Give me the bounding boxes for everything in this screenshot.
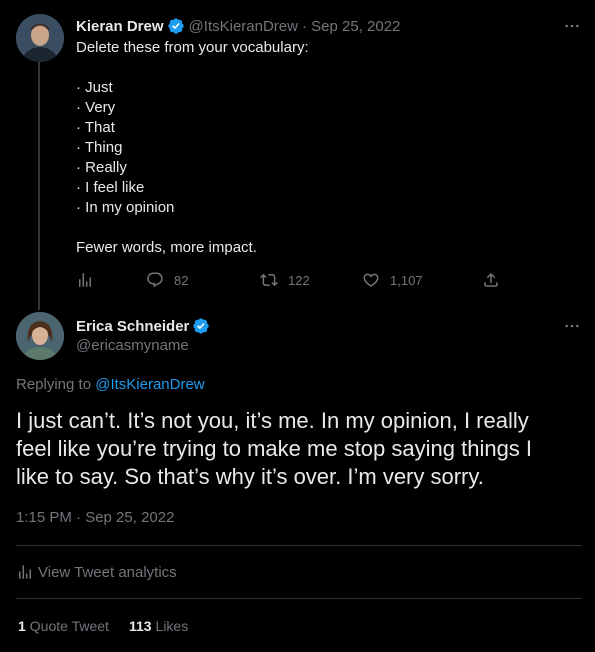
original-tweet-text: Delete these from your vocabulary: · Jus…: [76, 38, 556, 258]
tweet-text-line: feel like you’re trying to make me stop …: [16, 436, 533, 461]
quote-tweet-count[interactable]: 1: [18, 618, 26, 634]
view-analytics-link[interactable]: View Tweet analytics: [16, 562, 177, 582]
tweet-text-line: Delete these from your vocabulary:: [76, 39, 309, 56]
tweet-text-line: · Thing: [76, 139, 123, 156]
tweet-actions-bar: 82 122 1,107: [76, 270, 516, 290]
replying-to-prefix: Replying to: [16, 376, 92, 393]
author-handle[interactable]: @ericasmyname: [76, 337, 189, 354]
tweet-text-line: · I feel like: [76, 179, 145, 196]
divider: [16, 598, 582, 599]
more-icon: [565, 24, 579, 28]
verified-icon: [192, 317, 210, 335]
tweet-text-line: [76, 58, 556, 78]
engagement-stats: 1 Quote Tweet 113 Likes: [18, 616, 208, 636]
author-handle[interactable]: @ItsKieranDrew: [189, 18, 298, 35]
analytics-icon: [19, 565, 31, 579]
tweet-text-line: like to say. So that’s why it’s over. I’…: [16, 464, 484, 489]
verified-icon: [167, 17, 185, 35]
like-icon: [363, 273, 379, 287]
like-count: 1,107: [390, 272, 423, 288]
reply-icon: [147, 272, 163, 288]
tweet-text-line: Fewer words, more impact.: [76, 239, 257, 256]
reply-tweet-text: I just can’t. It’s not you, it’s me. In …: [16, 407, 576, 491]
share-icon: [484, 272, 498, 287]
original-tweet-header: Kieran Drew @ItsKieranDrew · Sep 25, 202…: [76, 16, 400, 36]
analytics-icon: [79, 273, 91, 287]
like-button[interactable]: 1,107: [362, 270, 423, 290]
analytics-button[interactable]: [76, 270, 104, 290]
tweet-text-line: · In my opinion: [76, 199, 175, 216]
replying-to-link[interactable]: @ItsKieranDrew: [95, 376, 204, 393]
replying-to-line: Replying to @ItsKieranDrew: [16, 376, 205, 393]
tweet-text-line: · Just: [76, 79, 113, 96]
analytics-label: View Tweet analytics: [38, 563, 177, 581]
tweet-text-line: · Very: [76, 99, 116, 116]
author-name[interactable]: Kieran Drew: [76, 18, 164, 35]
thread-connector-line: [38, 62, 40, 310]
reply-button[interactable]: 82: [146, 270, 188, 290]
tweet-date[interactable]: · Sep 25, 2022: [302, 18, 400, 35]
tweet-timestamp[interactable]: 1:15 PM · Sep 25, 2022: [16, 509, 174, 526]
tweet-text-line: · That: [76, 119, 115, 136]
avatar-erica-schneider[interactable]: [16, 312, 64, 360]
more-options-button[interactable]: [562, 16, 582, 36]
reply-author-header: Erica Schneider: [76, 316, 214, 336]
avatar-kieran-drew[interactable]: [16, 14, 64, 62]
tweet-text-line: I just can’t. It’s not you, it’s me. In …: [16, 408, 529, 433]
more-icon: [565, 324, 579, 328]
retweet-button[interactable]: 122: [260, 270, 310, 290]
reply-count: 82: [174, 272, 189, 288]
likes-label[interactable]: Likes: [156, 618, 189, 634]
retweet-count: 122: [288, 272, 310, 288]
tweet-text-line: [76, 218, 556, 238]
quote-tweet-label[interactable]: Quote Tweet: [30, 618, 109, 634]
share-button[interactable]: [482, 270, 510, 290]
divider: [16, 545, 582, 546]
retweet-icon: [260, 273, 278, 287]
more-options-button[interactable]: [562, 316, 582, 336]
author-name[interactable]: Erica Schneider: [76, 318, 189, 335]
likes-count[interactable]: 113: [129, 618, 152, 634]
tweet-text-line: · Really: [76, 159, 127, 176]
